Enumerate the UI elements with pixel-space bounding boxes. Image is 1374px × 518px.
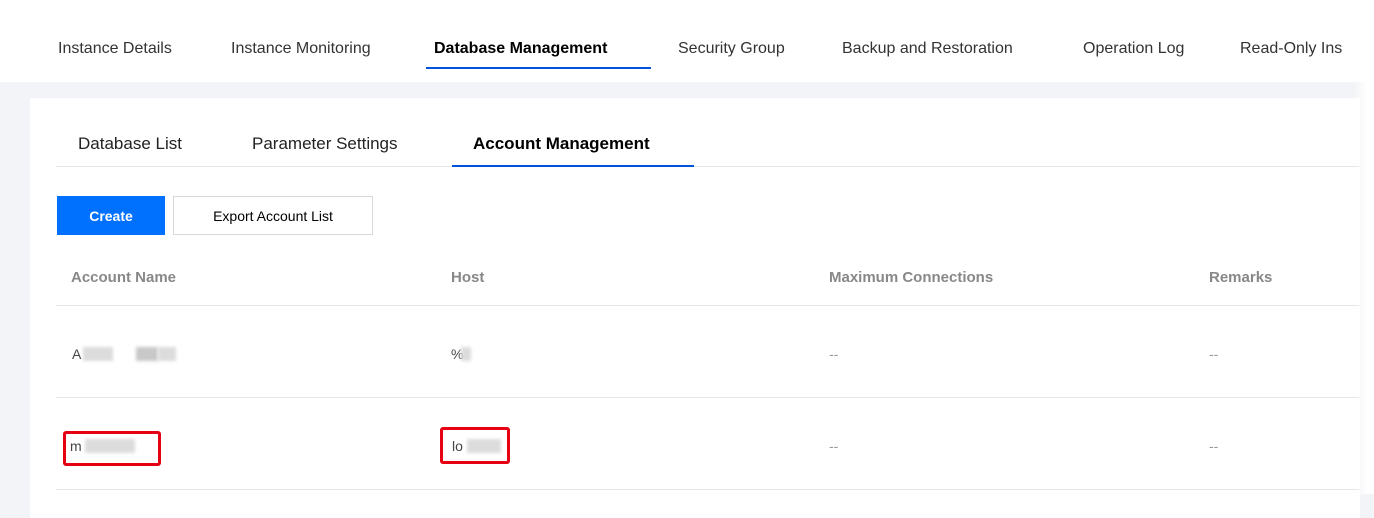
tab-backup-restoration[interactable]: Backup and Restoration (842, 38, 1013, 60)
row-divider (56, 397, 1360, 398)
right-edge-fade (1354, 0, 1374, 494)
max-connections-cell: -- (829, 438, 839, 454)
max-connections-cell: -- (829, 346, 839, 362)
create-button[interactable]: Create (57, 196, 165, 235)
redacted-blur (461, 347, 471, 361)
redacted-blur (83, 347, 113, 361)
highlight-box (440, 427, 510, 464)
subtab-account-management[interactable]: Account Management (473, 133, 650, 155)
tab-security-group[interactable]: Security Group (678, 38, 785, 60)
tab-database-management[interactable]: Database Management (434, 38, 607, 60)
tab-operation-log[interactable]: Operation Log (1083, 38, 1184, 60)
column-header-remarks: Remarks (1209, 269, 1273, 286)
column-header-account-name: Account Name (71, 269, 177, 286)
export-account-list-button[interactable]: Export Account List (173, 196, 373, 235)
column-header-maximum-connections: Maximum Connections (829, 269, 994, 286)
tab-read-only-instance[interactable]: Read-Only Ins (1240, 38, 1342, 60)
subtab-parameter-settings[interactable]: Parameter Settings (252, 133, 398, 155)
active-subtab-indicator (452, 165, 694, 167)
active-tab-indicator (426, 67, 651, 69)
tab-instance-details[interactable]: Instance Details (58, 38, 172, 60)
tab-instance-monitoring[interactable]: Instance Monitoring (231, 38, 371, 60)
remarks-cell: -- (1209, 438, 1219, 454)
redacted-blur (136, 347, 158, 361)
instance-tabs-bar: Instance Details Instance Monitoring Dat… (0, 0, 1374, 82)
account-name-cell: A (72, 346, 82, 362)
account-management-panel: Database List Parameter Settings Account… (30, 98, 1360, 518)
redacted-blur (158, 347, 176, 361)
row-divider (56, 489, 1360, 490)
header-divider (56, 305, 1360, 306)
highlight-box (63, 431, 161, 466)
column-header-host: Host (451, 269, 485, 286)
remarks-cell: -- (1209, 346, 1219, 362)
subtab-database-list[interactable]: Database List (78, 133, 182, 155)
subtab-divider (56, 166, 1360, 167)
